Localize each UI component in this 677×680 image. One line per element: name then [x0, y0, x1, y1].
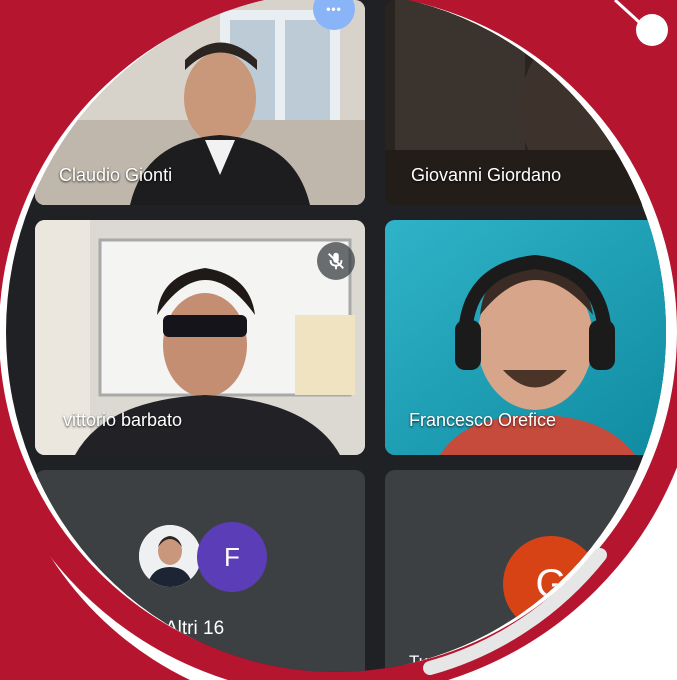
mic-off-icon — [328, 252, 344, 270]
others-count-label: Altri 16 — [165, 618, 225, 639]
avatar-photo — [139, 525, 201, 587]
self-label: Tu — [409, 652, 429, 671]
self-tile[interactable]: G Tu — [385, 470, 666, 672]
participant-grid: ••• Claudio Gionti Giovanni Giordano vit… — [6, 0, 666, 672]
participant-tile-giovanni[interactable]: Giovanni Giordano — [385, 0, 666, 205]
participant-tile-francesco[interactable]: Francesco Orefice — [385, 220, 666, 455]
avatar-f: F — [197, 522, 267, 592]
meet-window: ••• Claudio Gionti Giovanni Giordano vit… — [6, 0, 666, 672]
mic-off-indicator — [317, 242, 355, 280]
meeting-graphic: ••• Claudio Gionti Giovanni Giordano vit… — [0, 0, 677, 680]
more-options-icon: ••• — [326, 2, 342, 16]
participant-tile-claudio[interactable]: ••• Claudio Gionti — [35, 0, 365, 205]
participant-name: vittorio barbato — [63, 410, 183, 430]
participant-tile-vittorio[interactable]: vittorio barbato — [35, 220, 365, 455]
participant-name: Claudio Gionti — [59, 165, 173, 185]
avatar-g: G — [503, 536, 599, 632]
others-tile[interactable]: F Altri 16 — [35, 470, 365, 672]
participant-name: Giovanni Giordano — [411, 165, 562, 185]
participant-avatar-photo — [139, 525, 201, 587]
participant-name: Francesco Orefice — [409, 410, 557, 430]
